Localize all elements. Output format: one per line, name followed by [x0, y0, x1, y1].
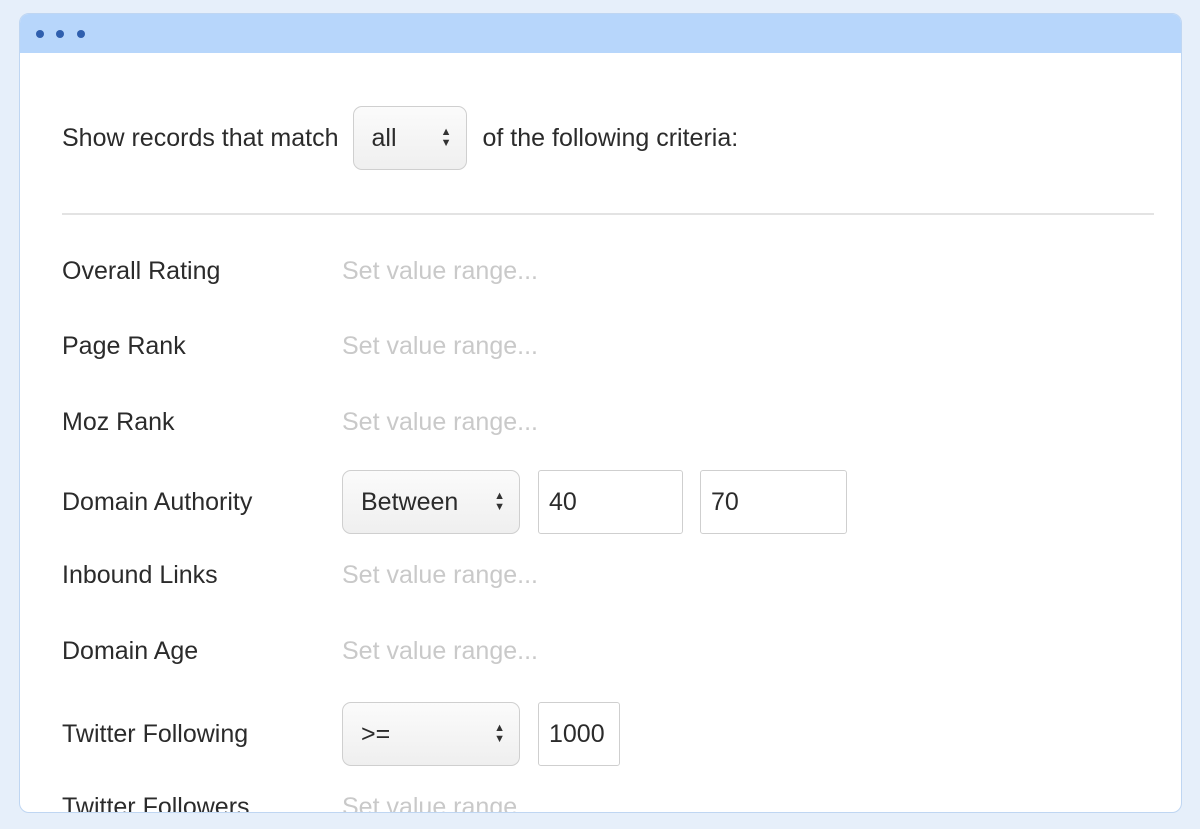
match-criteria-row: Show records that match all ▲ ▼ of the fo… [62, 106, 738, 170]
range-min-input[interactable]: 40 [538, 470, 683, 534]
up-down-caret-icon: ▲ ▼ [494, 722, 505, 745]
criterion-label: Domain Age [62, 636, 199, 665]
set-value-range-link[interactable]: Set value range... [342, 332, 538, 361]
criterion-row: Twitter Following >= ▲ ▼ 1000 [62, 702, 1142, 766]
operator-select[interactable]: Between ▲ ▼ [342, 470, 520, 534]
window-dot-icon[interactable] [77, 30, 85, 38]
set-value-range-link[interactable]: Set value range... [342, 561, 538, 590]
set-value-range-link[interactable]: Set value range... [342, 408, 538, 437]
criterion-row: Inbound Links Set value range... [62, 555, 1142, 595]
set-value-range-link[interactable]: Set value range... [342, 257, 538, 286]
divider [62, 213, 1154, 215]
window-dot-icon[interactable] [36, 30, 44, 38]
criterion-label: Twitter Followers [62, 792, 250, 813]
criterion-label: Twitter Following [62, 719, 249, 748]
up-down-caret-icon: ▲ ▼ [440, 126, 452, 149]
criterion-row: Moz Rank Set value range... [62, 402, 1142, 442]
set-value-range-link[interactable]: Set value range... [342, 637, 538, 666]
window-dot-icon[interactable] [56, 30, 64, 38]
criterion-label: Overall Rating [62, 256, 221, 285]
criterion-label: Page Rank [62, 331, 186, 360]
criterion-label: Moz Rank [62, 407, 175, 436]
criterion-label: Inbound Links [62, 560, 218, 589]
value-input[interactable]: 1000 [538, 702, 620, 766]
match-mode-select[interactable]: all ▲ ▼ [352, 106, 467, 170]
window-titlebar [20, 14, 1181, 53]
set-value-range-link[interactable]: Set value range... [342, 793, 538, 813]
criterion-row: Overall Rating Set value range... [62, 251, 1142, 291]
match-mode-value: all [371, 123, 397, 152]
match-suffix-text: of the following criteria: [482, 123, 739, 152]
match-prefix-text: Show records that match [62, 123, 339, 152]
criterion-row: Page Rank Set value range... [62, 326, 1142, 366]
operator-value: >= [361, 719, 391, 748]
operator-value: Between [361, 487, 459, 516]
criterion-label: Domain Authority [62, 487, 253, 516]
criterion-row: Domain Authority Between ▲ ▼ 40 70 [62, 470, 1142, 534]
operator-select[interactable]: >= ▲ ▼ [342, 702, 520, 766]
up-down-caret-icon: ▲ ▼ [494, 490, 505, 513]
filter-window: Show records that match all ▲ ▼ of the fo… [19, 13, 1182, 813]
criterion-row: Twitter Followers Set value range... [62, 787, 1142, 813]
criterion-row: Domain Age Set value range... [62, 631, 1142, 671]
range-max-input[interactable]: 70 [700, 470, 847, 534]
